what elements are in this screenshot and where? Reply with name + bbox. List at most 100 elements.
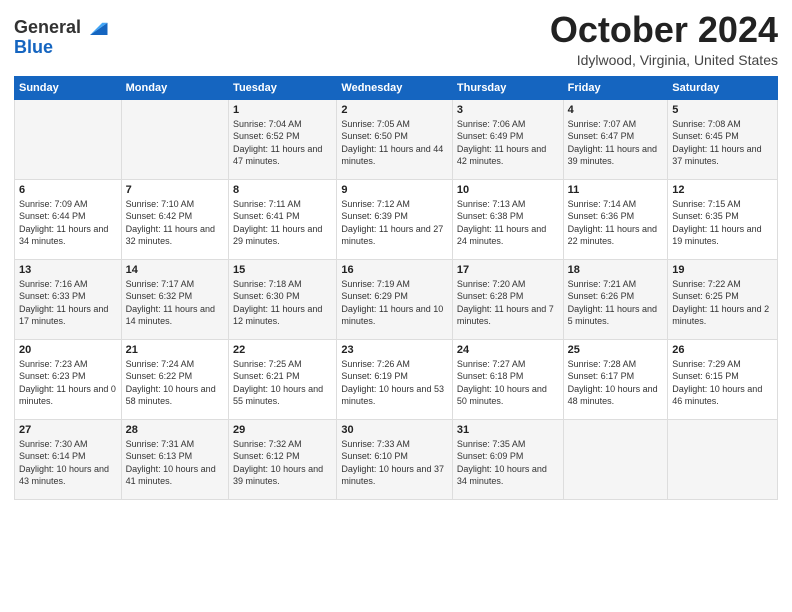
day-number: 27	[19, 424, 117, 436]
day-cell: 26 Sunrise: 7:29 AM Sunset: 6:15 PM Dayli…	[668, 339, 778, 419]
day-number: 24	[457, 344, 559, 356]
day-info: Sunrise: 7:07 AM Sunset: 6:47 PM Dayligh…	[568, 118, 664, 168]
day-cell	[563, 419, 668, 499]
day-cell: 9Sunrise: 7:12 AM Sunset: 6:39 PM Daylig…	[337, 179, 452, 259]
day-cell: 16 Sunrise: 7:19 AM Sunset: 6:29 PM Dayli…	[337, 259, 452, 339]
day-info: Sunrise: 7:28 AM Sunset: 6:17 PM Dayligh…	[568, 358, 664, 408]
week-row-4: 27 Sunrise: 7:30 AM Sunset: 6:14 PM Dayli…	[15, 419, 778, 499]
day-info: Sunrise: 7:14 AM Sunset: 6:36 PM Dayligh…	[568, 198, 664, 248]
day-info: Sunrise: 7:12 AM Sunset: 6:39 PM Dayligh…	[341, 198, 447, 248]
day-number: 20	[19, 344, 117, 356]
day-info: Sunrise: 7:26 AM Sunset: 6:19 PM Dayligh…	[341, 358, 447, 408]
day-number: 26	[672, 344, 773, 356]
day-info: Sunrise: 7:08 AM Sunset: 6:45 PM Dayligh…	[672, 118, 773, 168]
day-number: 8	[233, 184, 332, 196]
day-number: 4	[568, 104, 664, 116]
day-cell: 7 Sunrise: 7:10 AM Sunset: 6:42 PM Daylig…	[121, 179, 228, 259]
day-info: Sunrise: 7:17 AM Sunset: 6:32 PM Dayligh…	[126, 278, 224, 328]
day-number: 25	[568, 344, 664, 356]
logo-blue: Blue	[14, 38, 53, 58]
location: Idylwood, Virginia, United States	[550, 52, 778, 68]
day-number: 31	[457, 424, 559, 436]
header-thursday: Thursday	[452, 76, 563, 99]
day-number: 30	[341, 424, 447, 436]
day-cell: 6 Sunrise: 7:09 AM Sunset: 6:44 PM Daylig…	[15, 179, 122, 259]
day-info: Sunrise: 7:13 AM Sunset: 6:38 PM Dayligh…	[457, 198, 559, 248]
day-info: Sunrise: 7:21 AM Sunset: 6:26 PM Dayligh…	[568, 278, 664, 328]
day-cell: 11 Sunrise: 7:14 AM Sunset: 6:36 PM Dayli…	[563, 179, 668, 259]
day-number: 7	[126, 184, 224, 196]
day-info: Sunrise: 7:05 AM Sunset: 6:50 PM Dayligh…	[341, 118, 447, 168]
day-number: 6	[19, 184, 117, 196]
day-number: 10	[457, 184, 559, 196]
day-cell: 15Sunrise: 7:18 AM Sunset: 6:30 PM Dayli…	[229, 259, 337, 339]
page: General Blue October 2024 Idylwood, Virg…	[0, 0, 792, 510]
day-cell: 21Sunrise: 7:24 AM Sunset: 6:22 PM Dayli…	[121, 339, 228, 419]
day-cell: 25 Sunrise: 7:28 AM Sunset: 6:17 PM Dayli…	[563, 339, 668, 419]
day-info: Sunrise: 7:27 AM Sunset: 6:18 PM Dayligh…	[457, 358, 559, 408]
day-cell	[121, 99, 228, 179]
day-info: Sunrise: 7:18 AM Sunset: 6:30 PM Dayligh…	[233, 278, 332, 328]
day-info: Sunrise: 7:29 AM Sunset: 6:15 PM Dayligh…	[672, 358, 773, 408]
day-cell: 17Sunrise: 7:20 AM Sunset: 6:28 PM Dayli…	[452, 259, 563, 339]
day-number: 29	[233, 424, 332, 436]
day-cell: 8 Sunrise: 7:11 AM Sunset: 6:41 PM Daylig…	[229, 179, 337, 259]
day-cell: 5 Sunrise: 7:08 AM Sunset: 6:45 PM Daylig…	[668, 99, 778, 179]
day-number: 22	[233, 344, 332, 356]
header-friday: Friday	[563, 76, 668, 99]
day-cell: 23 Sunrise: 7:26 AM Sunset: 6:19 PM Dayli…	[337, 339, 452, 419]
day-info: Sunrise: 7:30 AM Sunset: 6:14 PM Dayligh…	[19, 438, 117, 488]
calendar-table: SundayMondayTuesdayWednesdayThursdayFrid…	[14, 76, 778, 500]
day-number: 1	[233, 104, 332, 116]
header-tuesday: Tuesday	[229, 76, 337, 99]
day-number: 14	[126, 264, 224, 276]
day-number: 13	[19, 264, 117, 276]
header-wednesday: Wednesday	[337, 76, 452, 99]
header-sunday: Sunday	[15, 76, 122, 99]
logo-icon	[83, 14, 111, 42]
day-cell: 4 Sunrise: 7:07 AM Sunset: 6:47 PM Daylig…	[563, 99, 668, 179]
day-number: 3	[457, 104, 559, 116]
day-number: 28	[126, 424, 224, 436]
day-info: Sunrise: 7:22 AM Sunset: 6:25 PM Dayligh…	[672, 278, 773, 328]
day-number: 21	[126, 344, 224, 356]
day-cell	[668, 419, 778, 499]
day-cell: 3 Sunrise: 7:06 AM Sunset: 6:49 PM Daylig…	[452, 99, 563, 179]
week-row-2: 13 Sunrise: 7:16 AM Sunset: 6:33 PM Dayli…	[15, 259, 778, 339]
day-number: 5	[672, 104, 773, 116]
week-row-0: 1Sunrise: 7:04 AM Sunset: 6:52 PM Daylig…	[15, 99, 778, 179]
day-cell: 12Sunrise: 7:15 AM Sunset: 6:35 PM Dayli…	[668, 179, 778, 259]
day-cell: 2 Sunrise: 7:05 AM Sunset: 6:50 PM Daylig…	[337, 99, 452, 179]
day-info: Sunrise: 7:11 AM Sunset: 6:41 PM Dayligh…	[233, 198, 332, 248]
day-number: 23	[341, 344, 447, 356]
day-info: Sunrise: 7:06 AM Sunset: 6:49 PM Dayligh…	[457, 118, 559, 168]
day-number: 2	[341, 104, 447, 116]
title-block: October 2024 Idylwood, Virginia, United …	[550, 10, 778, 68]
header-saturday: Saturday	[668, 76, 778, 99]
day-cell: 10 Sunrise: 7:13 AM Sunset: 6:38 PM Dayli…	[452, 179, 563, 259]
day-cell: 13 Sunrise: 7:16 AM Sunset: 6:33 PM Dayli…	[15, 259, 122, 339]
logo-general: General	[14, 18, 81, 38]
logo: General Blue	[14, 14, 111, 58]
day-info: Sunrise: 7:35 AM Sunset: 6:09 PM Dayligh…	[457, 438, 559, 488]
day-cell: 18 Sunrise: 7:21 AM Sunset: 6:26 PM Dayli…	[563, 259, 668, 339]
day-info: Sunrise: 7:23 AM Sunset: 6:23 PM Dayligh…	[19, 358, 117, 408]
day-cell	[15, 99, 122, 179]
day-cell: 1Sunrise: 7:04 AM Sunset: 6:52 PM Daylig…	[229, 99, 337, 179]
day-cell: 14 Sunrise: 7:17 AM Sunset: 6:32 PM Dayli…	[121, 259, 228, 339]
day-info: Sunrise: 7:09 AM Sunset: 6:44 PM Dayligh…	[19, 198, 117, 248]
day-info: Sunrise: 7:16 AM Sunset: 6:33 PM Dayligh…	[19, 278, 117, 328]
header: General Blue October 2024 Idylwood, Virg…	[14, 10, 778, 68]
header-monday: Monday	[121, 76, 228, 99]
day-cell: 30 Sunrise: 7:33 AM Sunset: 6:10 PM Dayli…	[337, 419, 452, 499]
day-cell: 19Sunrise: 7:22 AM Sunset: 6:25 PM Dayli…	[668, 259, 778, 339]
day-number: 18	[568, 264, 664, 276]
day-number: 16	[341, 264, 447, 276]
day-info: Sunrise: 7:10 AM Sunset: 6:42 PM Dayligh…	[126, 198, 224, 248]
day-cell: 24 Sunrise: 7:27 AM Sunset: 6:18 PM Dayli…	[452, 339, 563, 419]
day-cell: 27 Sunrise: 7:30 AM Sunset: 6:14 PM Dayli…	[15, 419, 122, 499]
day-cell: 29Sunrise: 7:32 AM Sunset: 6:12 PM Dayli…	[229, 419, 337, 499]
day-info: Sunrise: 7:33 AM Sunset: 6:10 PM Dayligh…	[341, 438, 447, 488]
day-number: 11	[568, 184, 664, 196]
day-info: Sunrise: 7:19 AM Sunset: 6:29 PM Dayligh…	[341, 278, 447, 328]
